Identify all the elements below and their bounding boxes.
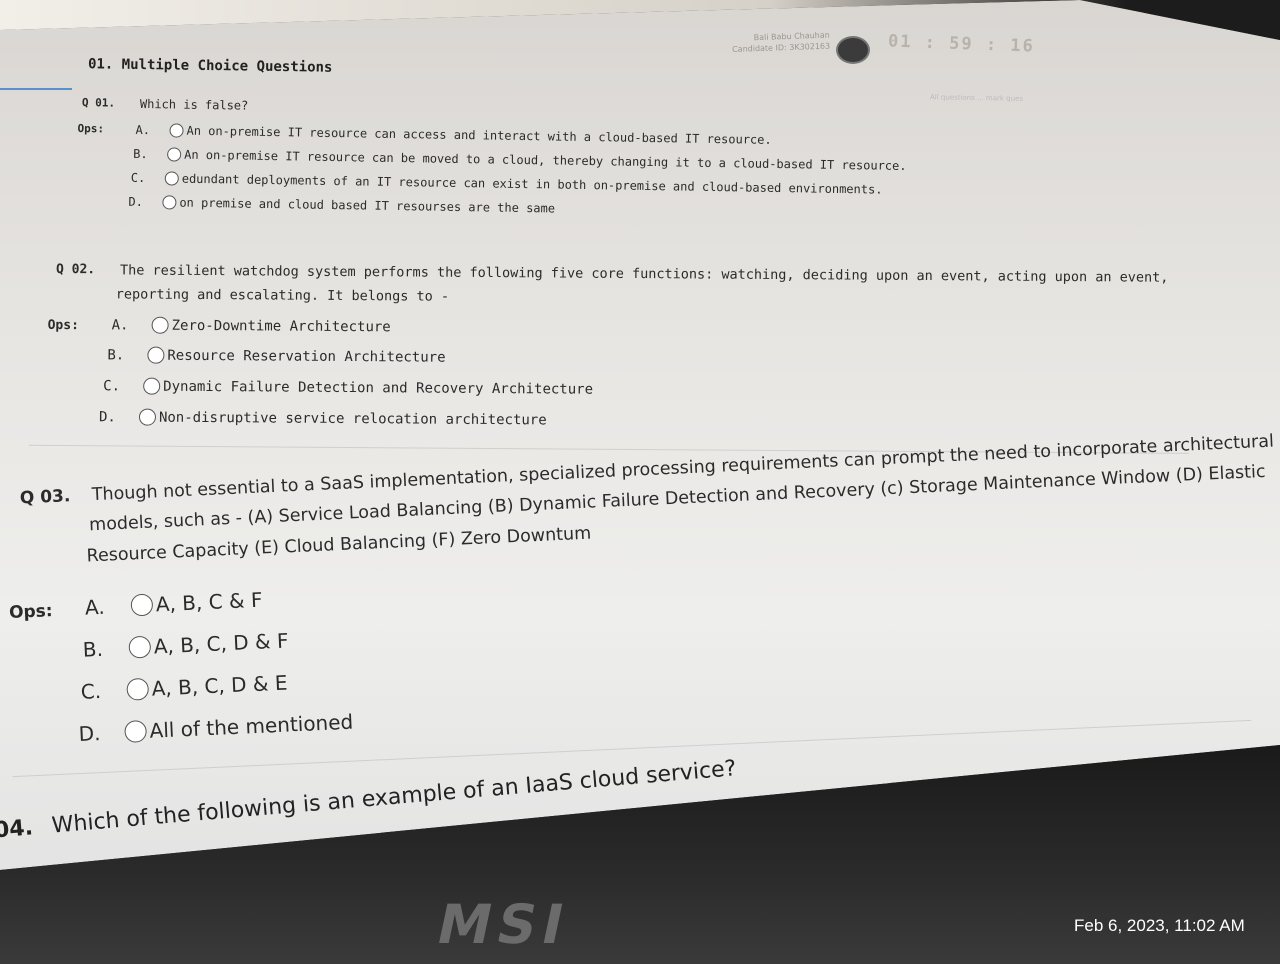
radio-button[interactable] [164, 171, 179, 186]
option-d[interactable]: D. on premise and cloud based IT resours… [128, 195, 555, 216]
radio-button[interactable] [138, 408, 157, 426]
radio-button[interactable] [167, 147, 182, 162]
option-b[interactable]: B. An on-premise IT resource can be move… [133, 147, 907, 173]
option-text: edundant deployments of an IT resource c… [181, 171, 883, 197]
option-c[interactable]: C. Dynamic Failure Detection and Recover… [103, 377, 593, 397]
avatar [836, 36, 870, 64]
photo-timestamp: Feb 6, 2023, 11:02 AM [1074, 916, 1245, 935]
option-letter: B. [82, 636, 104, 662]
question-number: Q 01. [81, 96, 116, 110]
question-number: Q 02. [55, 261, 96, 278]
option-text: An on-premise IT resource can access and… [186, 123, 772, 147]
radio-button[interactable] [128, 635, 152, 659]
option-text: A, B, C & F [155, 587, 263, 617]
option-text: Zero-Downtime Architecture [171, 317, 391, 335]
option-text: Non-disruptive service relocation archit… [158, 409, 547, 428]
laptop-screen: Bali Babu Chauhan Candidate ID: 3K302163… [0, 0, 1280, 870]
radio-button[interactable] [130, 593, 154, 617]
option-letter: C. [103, 377, 121, 394]
radio-button[interactable] [147, 346, 165, 364]
radio-button[interactable] [169, 123, 184, 138]
option-letter: B. [133, 146, 148, 162]
option-letter: D. [128, 194, 143, 209]
question-number: 04. [0, 815, 34, 844]
option-a[interactable]: A. A, B, C & F [84, 588, 263, 620]
section-underline [0, 88, 72, 90]
option-c[interactable]: C. A, B, C, D & E [80, 671, 288, 704]
question-text-line-2: reporting and escalating. It belongs to … [115, 286, 450, 305]
countdown-timer: 01 : 59 : 16 [887, 31, 1036, 57]
header-hint: All questions ... mark ques [929, 93, 1024, 103]
option-letter: C. [80, 678, 102, 704]
option-text: All of the mentioned [149, 709, 354, 743]
ops-label: Ops: [77, 121, 105, 136]
option-a[interactable]: A. Zero-Downtime Architecture [112, 316, 391, 335]
option-text: A, B, C, D & F [153, 628, 289, 659]
radio-button[interactable] [151, 316, 169, 334]
option-text: An on-premise IT resource can be moved t… [184, 147, 907, 173]
option-d[interactable]: D. Non-disruptive service relocation arc… [99, 408, 547, 428]
option-a[interactable]: A. An on-premise IT resource can access … [135, 123, 771, 147]
ops-label: Ops: [8, 601, 54, 624]
option-text: Resource Reservation Architecture [167, 347, 446, 366]
radio-button[interactable] [126, 677, 150, 701]
option-text: on premise and cloud based IT resourses … [179, 195, 556, 216]
option-text: A, B, C, D & E [151, 670, 288, 701]
radio-button[interactable] [162, 195, 177, 210]
option-letter: A. [135, 122, 151, 138]
option-text: Dynamic Failure Detection and Recovery A… [163, 378, 594, 398]
option-b[interactable]: B. A, B, C, D & F [82, 628, 289, 661]
question-number: Q 03. [19, 486, 71, 509]
section-title: 01. Multiple Choice Questions [87, 56, 333, 76]
option-letter: A. [84, 594, 106, 620]
radio-button[interactable] [143, 377, 161, 395]
ops-label: Ops: [47, 317, 79, 334]
option-letter: A. [111, 316, 129, 333]
option-d[interactable]: D. All of the mentioned [78, 710, 354, 746]
option-letter: B. [107, 346, 125, 363]
question-text-line-1: The resilient watchdog system performs t… [119, 262, 1169, 286]
question-text: Which is false? [139, 96, 249, 113]
option-letter: C. [130, 170, 146, 186]
candidate-info: Bali Babu Chauhan Candidate ID: 3K302163 [690, 30, 831, 57]
msi-logo: MSI [431, 893, 576, 956]
option-letter: D. [98, 408, 116, 425]
option-letter: D. [78, 721, 101, 747]
radio-button[interactable] [124, 719, 148, 743]
option-c[interactable]: C. edundant deployments of an IT resourc… [131, 171, 883, 197]
option-b[interactable]: B. Resource Reservation Architecture [107, 346, 446, 366]
